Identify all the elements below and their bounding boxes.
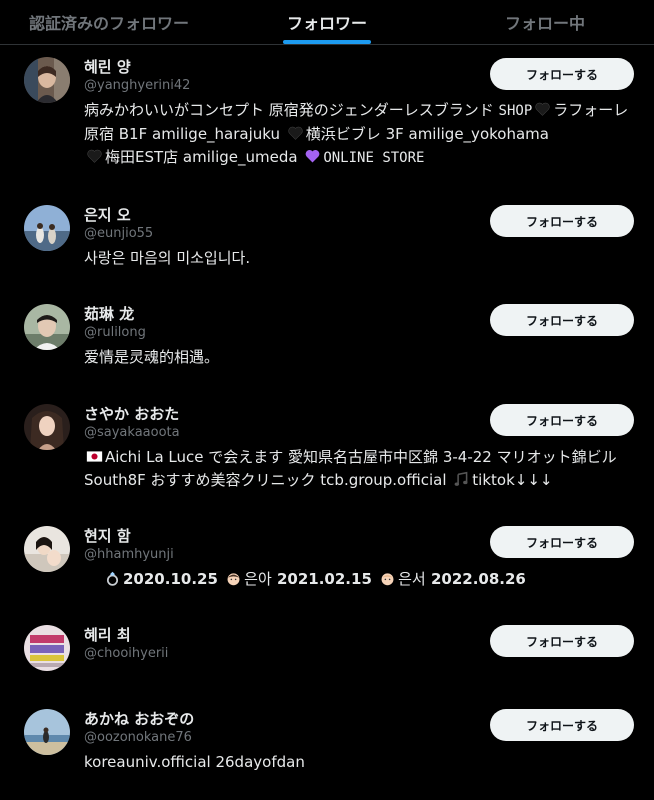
follow-button[interactable]: フォローする [490, 526, 634, 558]
tab-following[interactable]: フォロー中 [436, 0, 654, 44]
follower-row[interactable]: 혜린 양 @yanghyerini42 病みかわいいがコンセプト 原宿発のジェン… [0, 57, 654, 197]
avatar[interactable] [24, 404, 70, 450]
user-bio: 爱情是灵魂的相遇。 [84, 348, 220, 366]
baby-icon [379, 570, 396, 587]
follower-row[interactable]: 혜리 최 @chooihyerii フォローする [0, 625, 654, 695]
follow-button[interactable]: フォローする [490, 205, 634, 237]
active-tab-indicator [283, 40, 371, 44]
follower-row[interactable]: 茹琳 龙 @rulilong 爱情是灵魂的相遇。 フォローする [0, 304, 654, 394]
baby-icon [225, 570, 242, 587]
tab-followers[interactable]: フォロワー [218, 0, 436, 44]
ring-icon [104, 570, 121, 587]
tab-label: フォロー中 [504, 14, 585, 33]
avatar[interactable] [24, 709, 70, 755]
follow-button[interactable]: フォローする [490, 404, 634, 436]
user-bio: koreauniv.official 26dayofdan [84, 753, 305, 771]
black-heart-icon [534, 101, 551, 118]
follower-row[interactable]: 은지 오 @eunjio55 사랑은 마음의 미소입니다. フォローする [0, 205, 654, 295]
follow-button[interactable]: フォローする [490, 58, 634, 90]
bio-text: SHOP [498, 103, 533, 119]
avatar[interactable] [24, 205, 70, 251]
bio-text: 病みかわいいがコンセプト 原宿発のジェンダーレスブランド [84, 101, 499, 119]
japan-flag-icon [86, 448, 103, 465]
bio-text: 横浜ビブレ 3F amilige_yokohama [305, 125, 549, 143]
purple-heart-icon [304, 148, 321, 165]
bio-date: 2020.10.25 [123, 570, 218, 588]
follower-row[interactable]: さやか おおた @sayakaaoota Aichi La Luce で会えます… [0, 404, 654, 514]
black-heart-icon [86, 148, 103, 165]
follow-button[interactable]: フォローする [490, 304, 634, 336]
musical-notes-icon [453, 471, 470, 488]
user-bio: 사랑은 마음의 미소입니다. [84, 249, 251, 267]
follow-button[interactable]: フォローする [490, 709, 634, 741]
follower-row[interactable]: あかね おおぞの @oozonokane76 koreauniv.officia… [0, 709, 654, 799]
bio-text: 은아 [244, 570, 272, 588]
user-bio: Aichi La Luce で会えます 愛知県名古屋市中区錦 3-4-22 マリ… [84, 446, 632, 492]
avatar[interactable] [24, 625, 70, 671]
user-bio: 病みかわいいがコンセプト 原宿発のジェンダーレスブランド SHOP ラフォーレ原宿… [84, 99, 632, 170]
tab-label: フォロワー [286, 14, 367, 33]
tab-label: 認証済みのフォロワー [28, 14, 189, 33]
followers-tab-bar: 認証済みのフォロワー フォロワー フォロー中 [0, 0, 654, 45]
bio-text: 梅田EST店 amilige_umeda [105, 148, 303, 166]
bio-text: tiktok↓↓↓ [472, 471, 553, 489]
follow-button[interactable]: フォローする [490, 625, 634, 657]
bio-date: 2021.02.15 [276, 570, 372, 588]
tab-verified-followers[interactable]: 認証済みのフォロワー [0, 0, 218, 44]
follower-row[interactable]: 현지 함 @hhamhyunji 2020.10.25 은아 2021.02.1… [0, 526, 654, 616]
avatar[interactable] [24, 304, 70, 350]
user-bio: 2020.10.25 은아 2021.02.15 은서 2022.08.26 [84, 568, 650, 591]
bio-date: 2022.08.26 [430, 570, 526, 588]
black-heart-icon [287, 125, 304, 142]
avatar[interactable] [24, 526, 70, 572]
bio-text: ONLINE STORE [323, 150, 425, 166]
bio-text: 은서 [398, 570, 426, 588]
avatar[interactable] [24, 57, 70, 103]
